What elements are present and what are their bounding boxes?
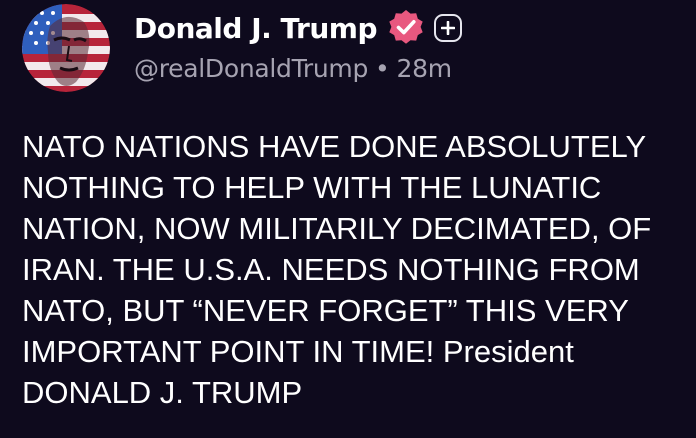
post-timestamp[interactable]: 28m <box>397 54 453 83</box>
post-body-line: NOTHING TO HELP WITH THE LUNATIC <box>22 170 602 205</box>
post-body-line: IRAN. THE U.S.A. NEEDS NOTHING FROM <box>22 252 640 287</box>
post-body: NATO NATIONS HAVE DONE ABSOLUTELY NOTHIN… <box>22 126 690 413</box>
author-display-name[interactable]: Donald J. Trump <box>134 12 377 45</box>
meta-separator: • <box>375 54 390 83</box>
follow-button[interactable] <box>433 14 462 42</box>
plus-icon <box>440 21 455 35</box>
post-body-line: DONALD J. TRUMP <box>22 375 303 410</box>
post-body-line: IMPORTANT POINT IN TIME! President <box>22 334 574 369</box>
author-row: Donald J. Trump <box>134 8 462 48</box>
post-meta: @realDonaldTrump • 28m <box>134 54 452 83</box>
author-handle[interactable]: @realDonaldTrump <box>134 54 368 83</box>
post-body-line: NATION, NOW MILITARILY DECIMATED, OF <box>22 211 652 246</box>
post: Donald J. Trump @realDonaldTrump • 28m NAT… <box>0 0 696 438</box>
verified-badge-icon <box>386 8 426 48</box>
avatar[interactable] <box>22 4 110 92</box>
post-body-line: NATO, BUT “NEVER FORGET” THIS VERY <box>22 293 629 328</box>
post-body-line: NATO NATIONS HAVE DONE ABSOLUTELY <box>22 129 647 164</box>
